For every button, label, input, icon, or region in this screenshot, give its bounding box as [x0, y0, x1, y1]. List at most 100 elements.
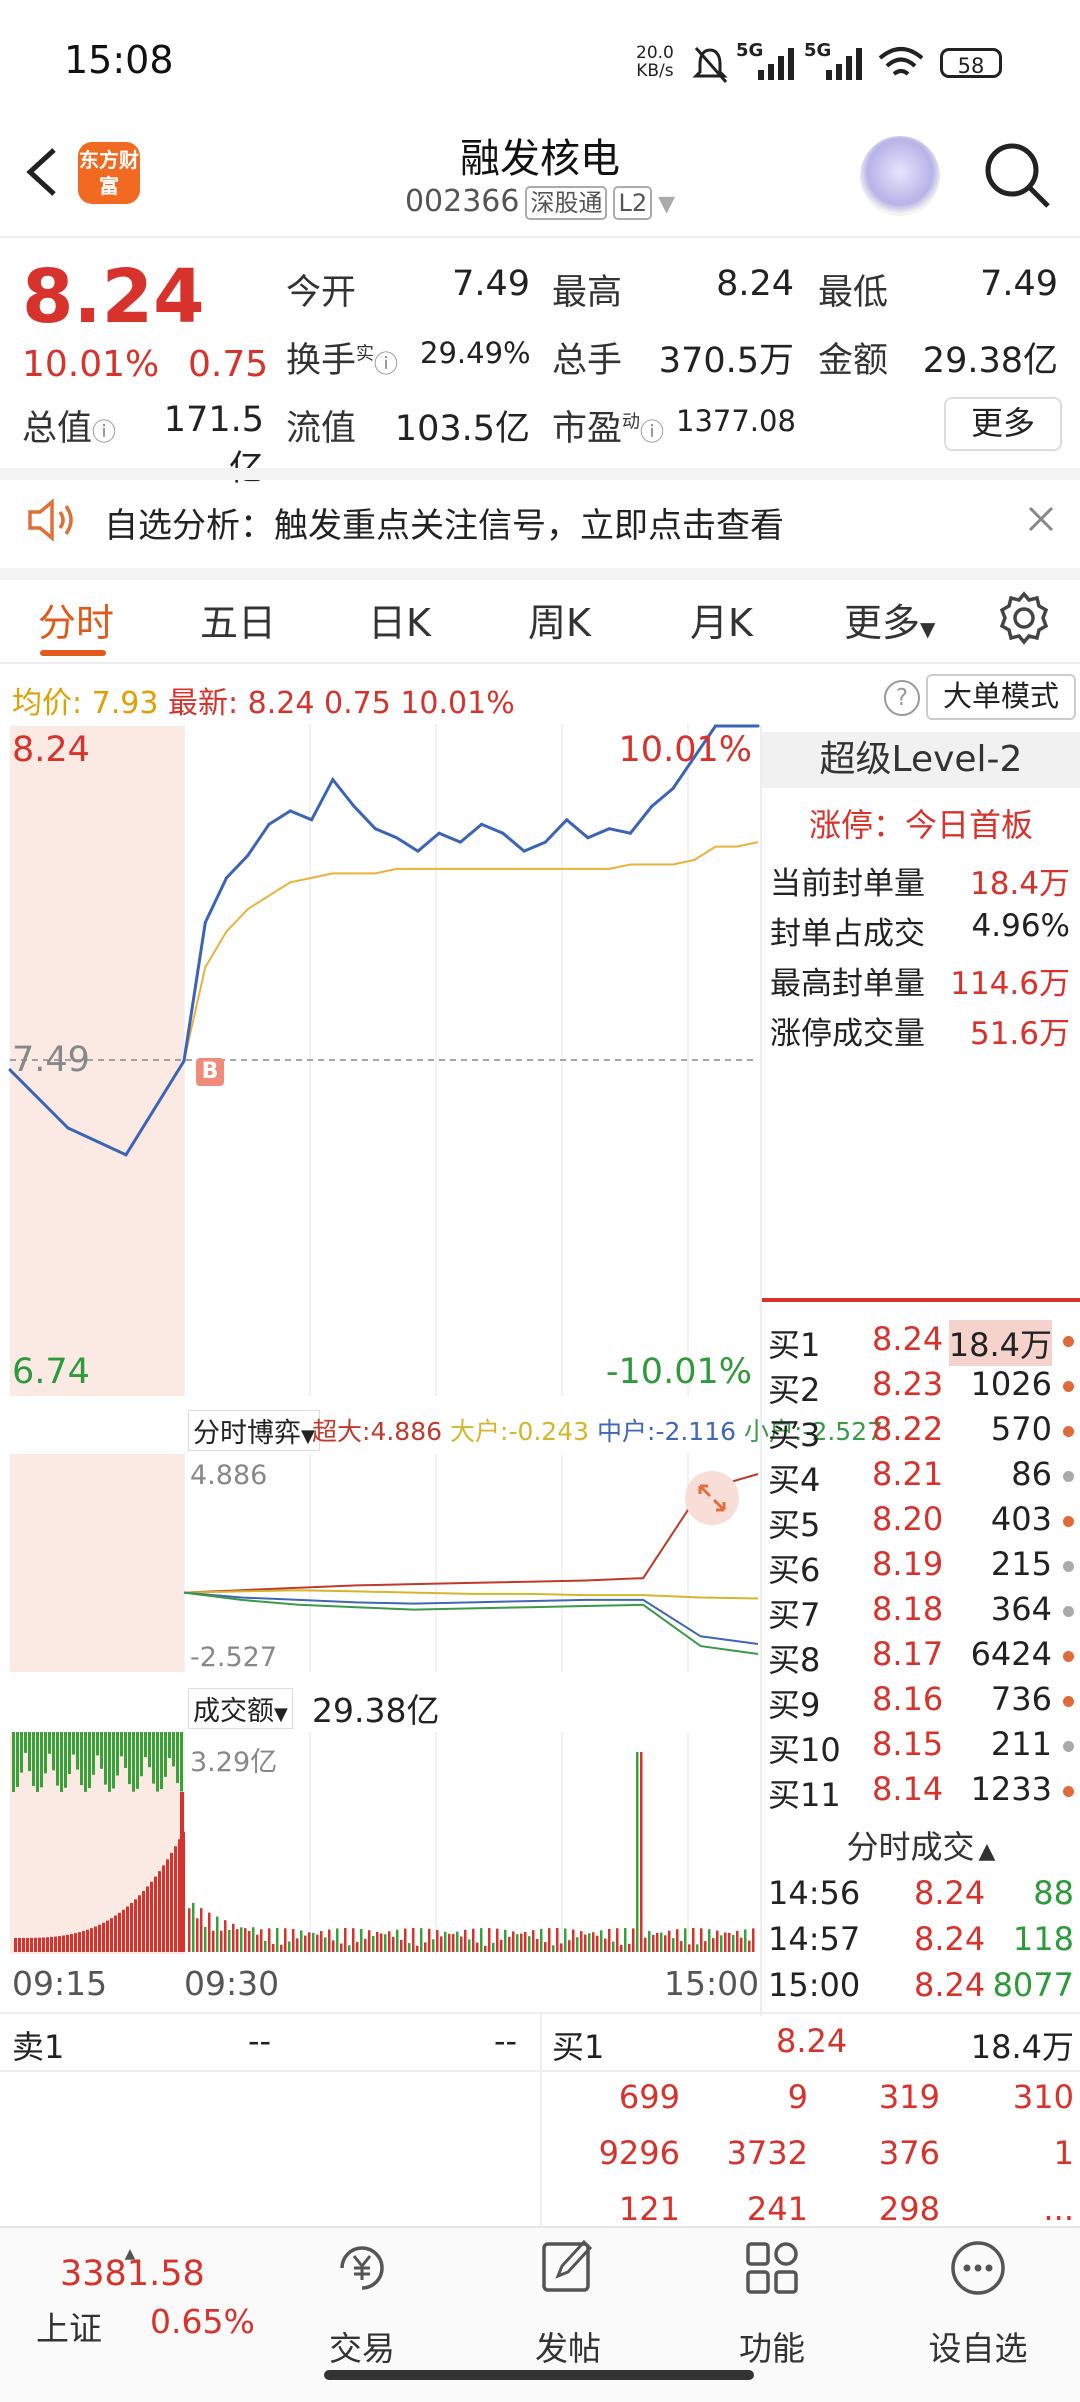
price-point [437, 831, 441, 835]
volume-bar [76, 1732, 79, 1770]
volume-bar [668, 1930, 671, 1952]
bid-row[interactable]: 买8 8.17 6424 [768, 1635, 1074, 1680]
level2-row: 最高封单量 114.6万 [770, 958, 1070, 1003]
index-value[interactable]: 3381.58 [60, 2254, 205, 2294]
volume-bar [300, 1930, 303, 1952]
bid-row[interactable]: 买3 8.22 570 [768, 1410, 1074, 1455]
nav-trade[interactable]: 交易 [292, 2322, 432, 2370]
volume-bar [352, 1928, 355, 1952]
buy-marker[interactable]: B [196, 1058, 224, 1086]
bid-row[interactable]: 买7 8.18 364 [768, 1590, 1074, 1635]
bid-row[interactable]: 买2 8.23 1026 [768, 1365, 1074, 1410]
post-edit-icon[interactable] [536, 2236, 600, 2296]
volume-bar [124, 1732, 127, 1769]
bid-volume: 18.4万 [948, 1320, 1052, 1366]
tab-weekly-k[interactable]: 周K [528, 592, 591, 647]
volume-bar [512, 1931, 515, 1952]
bid-row[interactable]: 买5 8.20 403 [768, 1500, 1074, 1545]
index-name[interactable]: 上证 [36, 2302, 102, 2350]
queue-cell: 241 [746, 2190, 808, 2228]
market-cap-label[interactable]: 总值ⓘ [22, 400, 116, 451]
volume-bar [600, 1930, 603, 1952]
tab-more[interactable]: 更多▼ [844, 592, 935, 647]
help-icon[interactable]: ? [884, 680, 920, 716]
volume-bar [32, 1732, 35, 1787]
tab-five-day[interactable]: 五日 [200, 592, 276, 647]
volume-bar [496, 1928, 499, 1952]
bid-row[interactable]: 买1 8.24 18.4万 [768, 1320, 1074, 1366]
volume-bar [312, 1933, 315, 1952]
trade-yen-icon[interactable] [330, 2238, 394, 2298]
bid-row[interactable]: 买11 8.14 1233 [768, 1770, 1074, 1815]
expand-icon[interactable] [684, 1470, 740, 1526]
intraday-chart[interactable] [0, 724, 760, 1402]
volume-bar [468, 1939, 471, 1952]
trades-header-label: 分时成交 [846, 1828, 975, 1866]
info-circle-icon: ⓘ [92, 418, 117, 446]
bid-row[interactable]: 买10 8.15 211 [768, 1725, 1074, 1770]
volume-bar [72, 1732, 75, 1755]
sell1-volume: -- [494, 2022, 518, 2060]
volume-bar [572, 1929, 575, 1952]
level-tag: L2 [613, 186, 653, 220]
volume-bar [156, 1732, 159, 1792]
turnover-label[interactable]: 换手实ⓘ [286, 332, 398, 383]
bid-row[interactable]: 买9 8.16 736 [768, 1680, 1074, 1725]
queue-cell: 1 [1053, 2134, 1074, 2172]
settings-gear-icon[interactable] [996, 590, 1052, 646]
banner-text[interactable]: 自选分析：触发重点关注信号，立即点击查看 [104, 498, 784, 547]
speaker-icon [28, 498, 73, 542]
nav-post[interactable]: 发帖 [498, 2322, 638, 2370]
volume-bar [50, 1936, 53, 1952]
price-point [565, 818, 569, 822]
volume-bar [460, 1936, 463, 1952]
nav-add-watchlist[interactable]: 设自选 [908, 2322, 1048, 2370]
volume-bar [348, 1945, 351, 1952]
volume-bar [432, 1939, 435, 1952]
volume-bar [360, 1928, 363, 1952]
level2-title[interactable]: 超级Level-2 [762, 732, 1080, 788]
level2-row-value: 114.6万 [950, 966, 1070, 1002]
robot-assistant-avatar[interactable] [860, 136, 940, 216]
nav-functions[interactable]: 功能 [702, 2322, 842, 2370]
bid-label: 买4 [768, 1461, 821, 1499]
bell-muted-icon [692, 47, 728, 83]
volume-bar [664, 1935, 667, 1952]
large-order-mode-button[interactable]: 大单模式 [926, 674, 1076, 720]
volume-bar [136, 1732, 139, 1789]
volume-bar [140, 1732, 143, 1777]
functions-grid-icon[interactable] [742, 2238, 802, 2298]
pe-label[interactable]: 市盈动ⓘ [552, 400, 664, 451]
volume-bar [188, 1908, 191, 1952]
volume-chart[interactable] [0, 1732, 760, 1960]
buy1-price: 8.24 [776, 2022, 848, 2060]
buy1-volume: 18.4万 [970, 2028, 1074, 2066]
volume-bar [22, 1937, 25, 1952]
tab-monthly-k[interactable]: 月K [690, 592, 753, 647]
volume-bar [620, 1944, 623, 1952]
volume-bar [700, 1928, 703, 1952]
volume-bar [192, 1902, 195, 1952]
search-icon[interactable] [982, 140, 1052, 210]
bid-price: 8.21 [872, 1455, 944, 1493]
sell1-price: -- [248, 2022, 272, 2060]
float-cap-value: 103.5亿 [394, 409, 530, 449]
trades-header[interactable]: 分时成交 ▲ [762, 1822, 1080, 1868]
status-time: 15:08 [64, 38, 174, 82]
bid-volume: 1233 [970, 1770, 1052, 1808]
bid-row[interactable]: 买6 8.19 215 [768, 1545, 1074, 1590]
close-icon[interactable] [1026, 504, 1056, 534]
index-percent[interactable]: 0.65% [150, 2302, 255, 2341]
home-indicator[interactable] [324, 2370, 754, 2380]
bid-row[interactable]: 买4 8.21 86 [768, 1455, 1074, 1500]
more-dots-icon[interactable] [948, 2238, 1008, 2298]
more-stats-button[interactable]: 更多 [944, 397, 1062, 451]
volume-bar [248, 1930, 251, 1952]
x-label-close: 15:00 [664, 1964, 760, 2003]
volume-bar [720, 1935, 723, 1952]
indicator-select[interactable]: 分时博弈▼ [188, 1410, 320, 1451]
volume-indicator-select[interactable]: 成交额▼ [188, 1688, 293, 1729]
flow-chart[interactable] [0, 1454, 760, 1678]
tab-daily-k[interactable]: 日K [368, 592, 431, 647]
tab-intraday[interactable]: 分时 [38, 592, 114, 647]
